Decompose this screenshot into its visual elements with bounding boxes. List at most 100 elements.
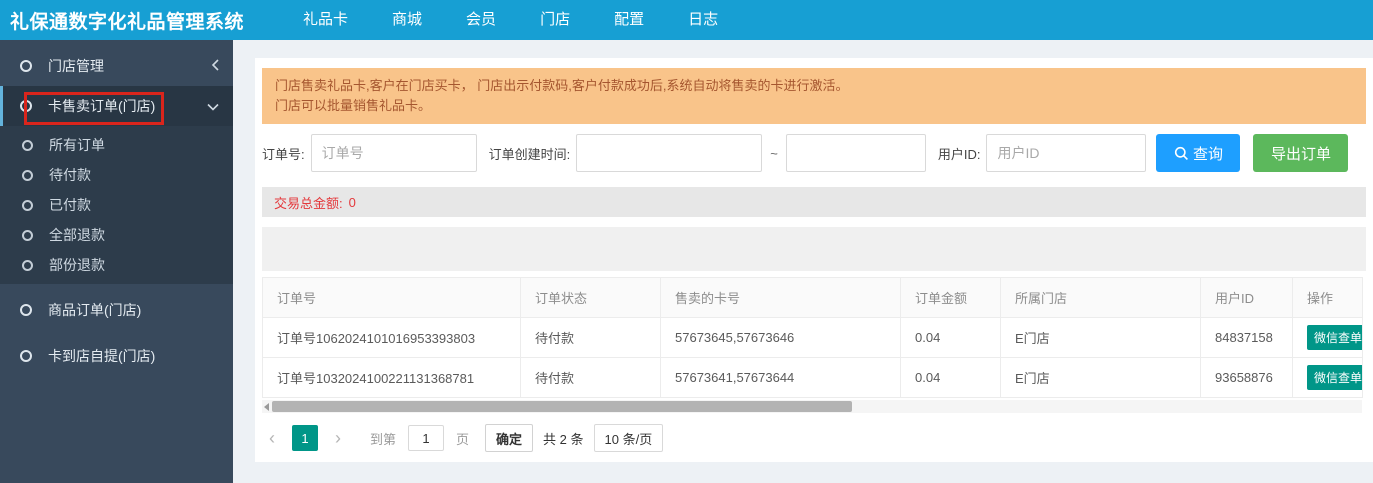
- search-button-label: 查询: [1192, 145, 1223, 163]
- cell-action: 微信查单: [1292, 357, 1363, 398]
- app-root: 礼保通数字化礼品管理系统 礼品卡 商城 会员 门店 配置 日志 门店管理 卡售卖…: [0, 0, 1373, 483]
- circle-bullet-icon: [22, 199, 33, 211]
- user-id-input[interactable]: [986, 134, 1147, 172]
- nav-item-log[interactable]: 日志: [674, 0, 732, 40]
- app-title: 礼保通数字化礼品管理系统: [10, 11, 245, 33]
- circle-bullet-icon: [20, 60, 32, 72]
- table-row: 订单号1062024101016953393803 待付款 57673645,5…: [262, 317, 1363, 358]
- sidebar-subitem-label: 部份退款: [49, 257, 105, 273]
- sidebar-subitem-label: 待付款: [49, 167, 91, 183]
- pagination-bar: ‹ 1 › 到第 页 确定 共 2 条 10 条/页: [262, 423, 1366, 453]
- circle-bullet-icon: [22, 169, 33, 181]
- nav-item-member[interactable]: 会员: [452, 0, 510, 40]
- order-no-label: 订单号:: [262, 146, 305, 162]
- circle-bullet-icon: [20, 100, 32, 112]
- export-orders-button[interactable]: 导出订单: [1253, 134, 1349, 172]
- user-id-label: 用户ID:: [937, 146, 981, 162]
- sidebar: 门店管理 卡售卖订单(门店) 所有订单 待付款 已付款 全部退款 部份退款 商品…: [0, 40, 233, 483]
- cell-order-no: 订单号1062024101016953393803: [262, 317, 521, 358]
- total-amount-value: 0: [348, 194, 356, 210]
- scrollbar-thumb[interactable]: [272, 401, 852, 412]
- search-icon: [1174, 146, 1188, 160]
- notice-banner: 门店售卖礼品卡,客户在门店买卡， 门店出示付款码,客户付款成功后,系统自动将售卖…: [262, 68, 1366, 124]
- next-page-button[interactable]: ›: [328, 428, 348, 449]
- toolbar-strip: [262, 227, 1366, 271]
- cell-status: 待付款: [520, 357, 661, 398]
- sidebar-subitem-all-orders[interactable]: 所有订单: [0, 130, 233, 160]
- cell-store: E门店: [1000, 317, 1201, 358]
- notice-line1: 门店售卖礼品卡,客户在门店买卡， 门店出示付款码,客户付款成功后,系统自动将售卖…: [275, 78, 849, 93]
- cell-status: 待付款: [520, 317, 661, 358]
- content-card: 门店售卖礼品卡,客户在门店买卡， 门店出示付款码,客户付款成功后,系统自动将售卖…: [255, 58, 1373, 462]
- filter-bar: 订单号: 订单创建时间: ~ 用户ID: 查询 导出订单: [262, 133, 1366, 173]
- page-unit-label: 页: [456, 431, 470, 447]
- horizontal-scrollbar[interactable]: [262, 400, 1362, 413]
- total-amount-label: 交易总金额:: [274, 195, 343, 211]
- sidebar-subitem-paid[interactable]: 已付款: [0, 190, 233, 220]
- cell-order-no: 订单号1032024100221131368781: [262, 357, 521, 398]
- col-order-no: 订单号: [262, 277, 521, 318]
- top-nav: 礼品卡 商城 会员 门店 配置 日志: [289, 0, 748, 40]
- cell-cards: 57673641,57673644: [660, 357, 901, 398]
- current-page-button[interactable]: 1: [292, 425, 318, 451]
- cell-amount: 0.04: [900, 317, 1001, 358]
- nav-item-config[interactable]: 配置: [600, 0, 658, 40]
- created-time-label: 订单创建时间:: [488, 146, 571, 162]
- sidebar-item-label: 商品订单(门店): [48, 302, 142, 318]
- sidebar-item-label: 卡售卖订单(门店): [48, 98, 156, 114]
- sidebar-item-card-pickup[interactable]: 卡到店自提(门店): [0, 336, 233, 376]
- circle-bullet-icon: [20, 304, 32, 316]
- sidebar-subitem-pending-payment[interactable]: 待付款: [0, 160, 233, 190]
- created-time-end-input[interactable]: [785, 134, 926, 172]
- col-user-id: 用户ID: [1200, 277, 1293, 318]
- col-status: 订单状态: [520, 277, 661, 318]
- prev-page-button[interactable]: ‹: [262, 428, 282, 449]
- sidebar-subitem-label: 所有订单: [49, 137, 105, 153]
- notice-line2: 门店可以批量销售礼品卡。: [275, 98, 432, 113]
- goto-page-input[interactable]: [408, 425, 445, 451]
- circle-bullet-icon: [22, 229, 33, 241]
- col-action: 操作: [1292, 277, 1363, 318]
- sidebar-subitem-full-refund[interactable]: 全部退款: [0, 220, 233, 250]
- range-separator: ~: [770, 145, 778, 161]
- cell-user-id: 93658876: [1200, 357, 1293, 398]
- created-time-start-input[interactable]: [576, 134, 763, 172]
- cell-store: E门店: [1000, 357, 1201, 398]
- sidebar-item-goods-orders[interactable]: 商品订单(门店): [0, 290, 233, 330]
- sidebar-item-label: 卡到店自提(门店): [48, 348, 156, 364]
- main-content: 门店售卖礼品卡,客户在门店买卡， 门店出示付款码,客户付款成功后,系统自动将售卖…: [233, 40, 1373, 483]
- goto-label: 到第: [370, 431, 397, 447]
- cell-amount: 0.04: [900, 357, 1001, 398]
- col-store: 所属门店: [1000, 277, 1201, 318]
- total-amount-bar: 交易总金额: 0: [262, 187, 1366, 217]
- table-row: 订单号1032024100221131368781 待付款 57673641,5…: [262, 357, 1363, 398]
- confirm-page-button[interactable]: 确定: [485, 424, 534, 452]
- table-header-row: 订单号 订单状态 售卖的卡号 订单金额 所属门店 用户ID 操作: [262, 277, 1363, 318]
- nav-item-store[interactable]: 门店: [526, 0, 584, 40]
- total-count-text: 共 2 条: [543, 431, 584, 447]
- search-button[interactable]: 查询: [1156, 134, 1241, 172]
- sidebar-submenu: 所有订单 待付款 已付款 全部退款 部份退款: [0, 126, 233, 284]
- chevron-left-icon: [211, 58, 219, 74]
- sidebar-item-store-manage[interactable]: 门店管理: [0, 46, 233, 86]
- wechat-query-button[interactable]: 微信查单: [1307, 365, 1362, 390]
- circle-bullet-icon: [20, 350, 32, 362]
- sidebar-subitem-partial-refund[interactable]: 部份退款: [0, 250, 233, 280]
- sidebar-subitem-label: 已付款: [49, 197, 91, 213]
- circle-bullet-icon: [22, 139, 33, 151]
- order-no-input[interactable]: [310, 134, 477, 172]
- scroll-left-arrow-icon[interactable]: [264, 402, 269, 411]
- wechat-query-button[interactable]: 微信查单: [1307, 325, 1362, 350]
- app-header: 礼保通数字化礼品管理系统 礼品卡 商城 会员 门店 配置 日志: [0, 0, 1373, 40]
- nav-item-mall[interactable]: 商城: [378, 0, 436, 40]
- page-size-select[interactable]: 10 条/页: [593, 424, 664, 452]
- orders-table: 订单号 订单状态 售卖的卡号 订单金额 所属门店 用户ID 操作 订单号1062…: [262, 277, 1363, 398]
- sidebar-subitem-label: 全部退款: [49, 227, 105, 243]
- nav-item-gift-card[interactable]: 礼品卡: [289, 0, 362, 40]
- circle-bullet-icon: [22, 259, 33, 271]
- sidebar-item-card-sell-orders[interactable]: 卡售卖订单(门店): [0, 86, 233, 126]
- cell-action: 微信查单: [1292, 317, 1363, 358]
- sidebar-item-label: 门店管理: [48, 58, 104, 74]
- col-cards: 售卖的卡号: [660, 277, 901, 318]
- chevron-down-icon: [207, 99, 219, 114]
